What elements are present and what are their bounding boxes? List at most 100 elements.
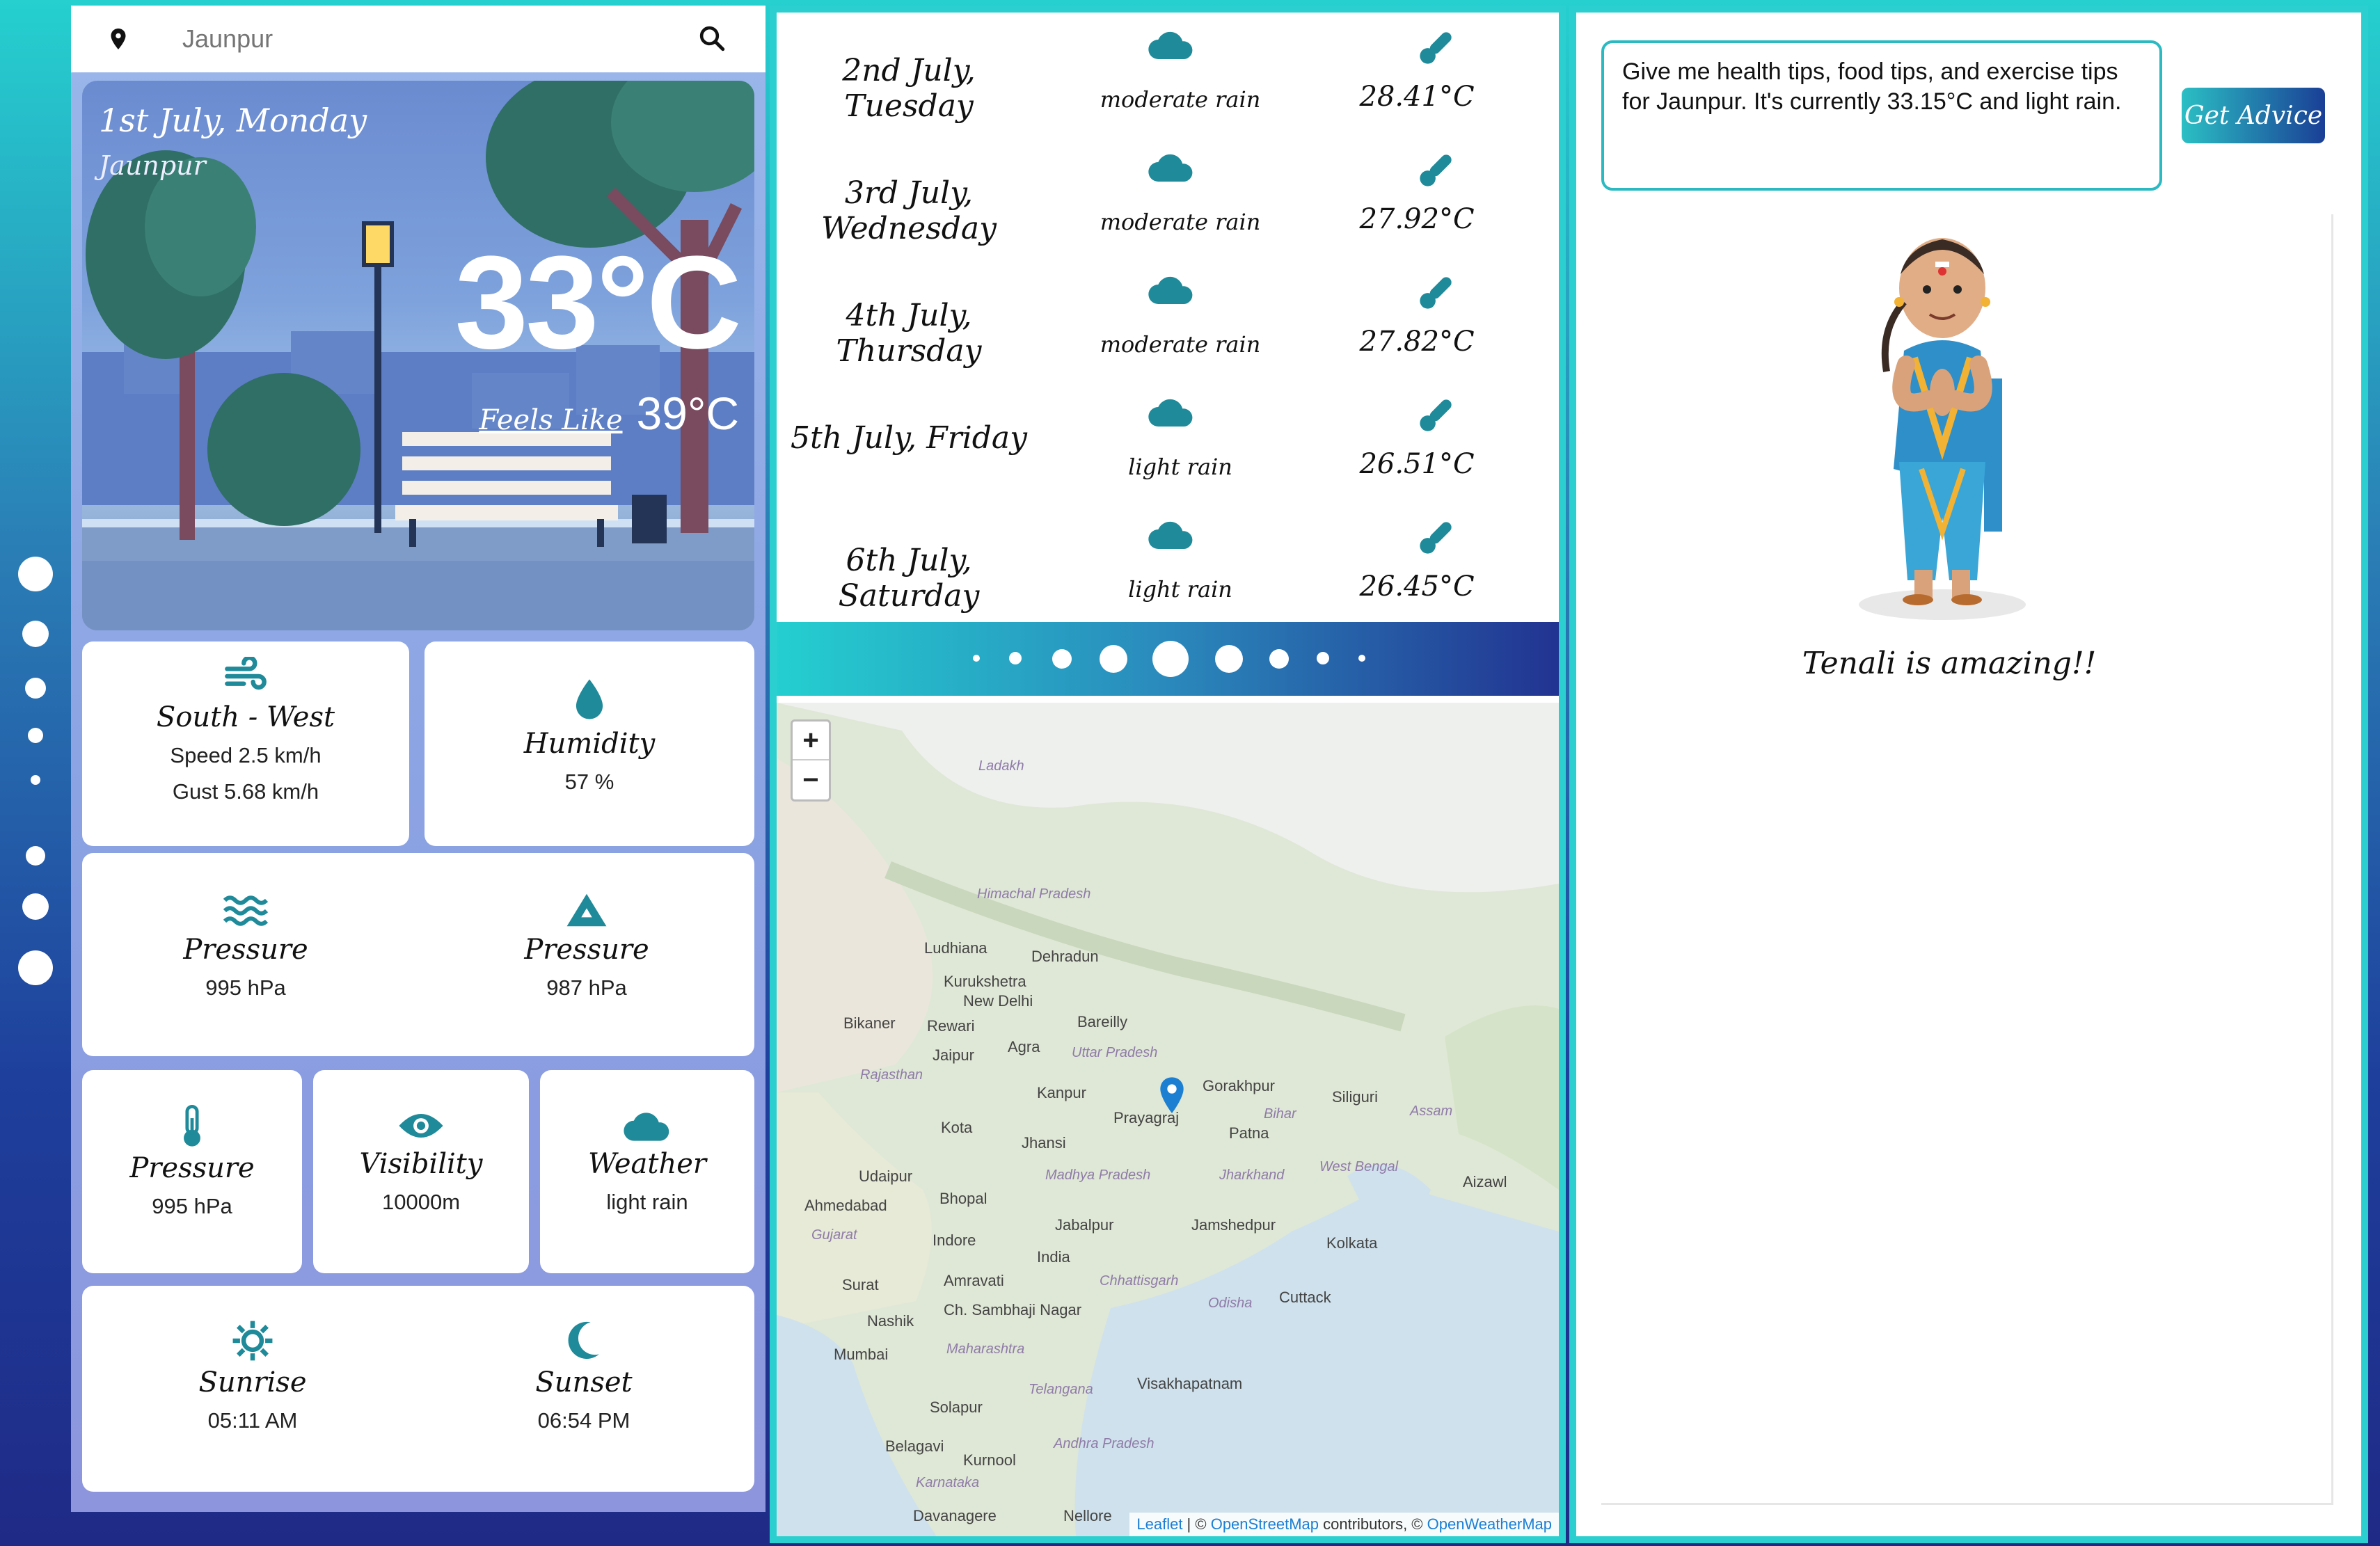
forecast-desc: moderate rain <box>1100 209 1261 235</box>
osm-link[interactable]: OpenStreetMap <box>1211 1515 1319 1533</box>
visibility-value: 10000m <box>381 1190 461 1214</box>
thermometer-icon <box>1420 399 1452 431</box>
map-label: Rajasthan <box>860 1067 923 1083</box>
wind-speed: Speed 2.5 km/h <box>170 743 322 767</box>
map-label: Jaipur <box>933 1046 974 1064</box>
attribution-sep: contributors, © <box>1319 1515 1427 1533</box>
map-label: Kurukshetra <box>944 973 1026 990</box>
sunrise-title: Sunrise <box>198 1366 307 1398</box>
carousel-dot[interactable] <box>1009 652 1022 664</box>
mountain-icon <box>566 893 607 927</box>
ground-pressure-title: Pressure <box>524 934 649 966</box>
current-weather-panel: 1st July, Monday Jaunpur 33°C Feels Like… <box>71 6 765 1512</box>
forecast-temp: 26.45°C <box>1359 571 1475 603</box>
carousel-dot[interactable] <box>1052 649 1072 669</box>
search-icon[interactable] <box>697 24 727 53</box>
feels-like-value: 39°C <box>636 388 739 439</box>
current-temperature: 33°C <box>454 229 742 376</box>
map-label: Bikaner <box>843 1014 896 1032</box>
side-dot[interactable] <box>22 893 49 920</box>
feels-like: Feels Like 39°C <box>479 387 739 440</box>
forecast-row: 5th July, Friday light rain 26.51°C <box>777 380 1559 502</box>
wind-direction: South - West <box>156 701 335 733</box>
map-label: Nellore <box>1063 1507 1112 1524</box>
get-advice-button[interactable]: Get Advice <box>2182 88 2325 143</box>
carousel-dot[interactable] <box>973 655 980 662</box>
map-label: Aizawl <box>1463 1173 1507 1190</box>
map-label: Dehradun <box>1031 948 1099 965</box>
leaflet-link[interactable]: Leaflet <box>1136 1515 1182 1533</box>
pressure-title: Pressure <box>129 1152 255 1184</box>
zoom-in-button[interactable]: + <box>793 722 829 760</box>
zoom-out-button[interactable]: − <box>793 760 829 799</box>
map-label: Visakhapatnam <box>1137 1375 1243 1392</box>
map-label: Belagavi <box>885 1437 944 1455</box>
side-dot[interactable] <box>28 728 43 743</box>
forecast-row: 6th July, Saturday light rain 26.45°C <box>777 502 1559 625</box>
map-label: Kolkata <box>1326 1234 1378 1252</box>
carousel-dot[interactable] <box>1215 645 1243 673</box>
owm-link[interactable]: OpenWeatherMap <box>1427 1515 1552 1533</box>
carousel-dot[interactable] <box>1152 641 1189 677</box>
carousel-dot[interactable] <box>1317 652 1329 664</box>
thermometer-icon <box>1420 522 1452 554</box>
side-dot[interactable] <box>22 621 49 647</box>
side-dot[interactable] <box>25 678 46 699</box>
tenali-caption: Tenali is amazing!! <box>1802 646 2097 681</box>
weather-value: light rain <box>606 1190 688 1214</box>
carousel-dot[interactable] <box>1269 649 1289 669</box>
map-label: Kota <box>941 1119 973 1136</box>
thermometer-icon <box>1420 277 1452 309</box>
zoom-control: + − <box>791 719 831 802</box>
eye-icon <box>399 1114 443 1138</box>
map-marker-icon[interactable] <box>1158 1076 1186 1116</box>
carousel-dot[interactable] <box>1100 645 1127 673</box>
humidity-title: Humidity <box>523 728 656 760</box>
advice-prompt-input[interactable]: Give me health tips, food tips, and exer… <box>1601 40 2162 191</box>
weather-title: Weather <box>588 1148 706 1180</box>
map-label: Madhya Pradesh <box>1045 1168 1151 1183</box>
carousel-dot[interactable] <box>1358 655 1365 662</box>
location-pin-icon <box>111 29 126 49</box>
map-label: Assam <box>1410 1103 1453 1119</box>
pressure-pair-card: Pressure 995 hPa Pressure 987 hPa <box>82 853 754 1056</box>
wind-card: South - West Speed 2.5 km/h Gust 5.68 km… <box>82 641 409 846</box>
map-label: Bihar <box>1264 1106 1296 1122</box>
thermometer-icon <box>184 1105 200 1147</box>
map-label: Telangana <box>1029 1382 1093 1397</box>
map-label: Jamshedpur <box>1191 1216 1276 1234</box>
current-city: Jaunpur <box>99 150 206 181</box>
search-input[interactable] <box>182 19 669 58</box>
feels-like-label: Feels Like <box>479 404 623 436</box>
forecast-date: 4th July, Thursday <box>836 298 982 369</box>
side-dot[interactable] <box>18 950 53 985</box>
map-label: Andhra Pradesh <box>1054 1436 1155 1451</box>
map-label: Surat <box>842 1276 879 1293</box>
forecast-desc: light rain <box>1128 576 1232 603</box>
side-dot[interactable] <box>31 775 40 785</box>
side-dot[interactable] <box>26 846 45 866</box>
visibility-title: Visibility <box>359 1148 483 1180</box>
moon-icon <box>568 1321 599 1360</box>
map-label: Rewari <box>927 1017 975 1035</box>
map-label: Amravati <box>944 1272 1004 1289</box>
map-label: Karnataka <box>916 1475 980 1490</box>
map-label: Bareilly <box>1077 1013 1128 1030</box>
cloud-icon <box>1148 154 1193 182</box>
thermometer-icon <box>1420 32 1452 64</box>
sunset: Sunset 06:54 PM <box>413 1286 754 1433</box>
side-dot[interactable] <box>18 557 53 591</box>
forecast-row: 3rd July, Wednesday moderate rain 27.92°… <box>777 135 1559 257</box>
map-label: Udaipur <box>859 1168 913 1185</box>
map-label: Cuttack <box>1279 1289 1331 1306</box>
map-label: Gujarat <box>811 1227 857 1243</box>
location-map[interactable]: Ladakh Himachal Pradesh Ludhiana Dehradu… <box>777 703 1559 1536</box>
sunrise: Sunrise 05:11 AM <box>82 1286 423 1433</box>
sunset-title: Sunset <box>535 1366 633 1398</box>
tenali-character-illustration <box>1859 238 2026 620</box>
forecast-desc: moderate rain <box>1100 86 1261 113</box>
sunset-time: 06:54 PM <box>537 1408 630 1433</box>
wind-gust: Gust 5.68 km/h <box>172 779 319 804</box>
map-label: Davanagere <box>913 1507 997 1524</box>
map-label: Chhattisgarh <box>1100 1273 1179 1289</box>
